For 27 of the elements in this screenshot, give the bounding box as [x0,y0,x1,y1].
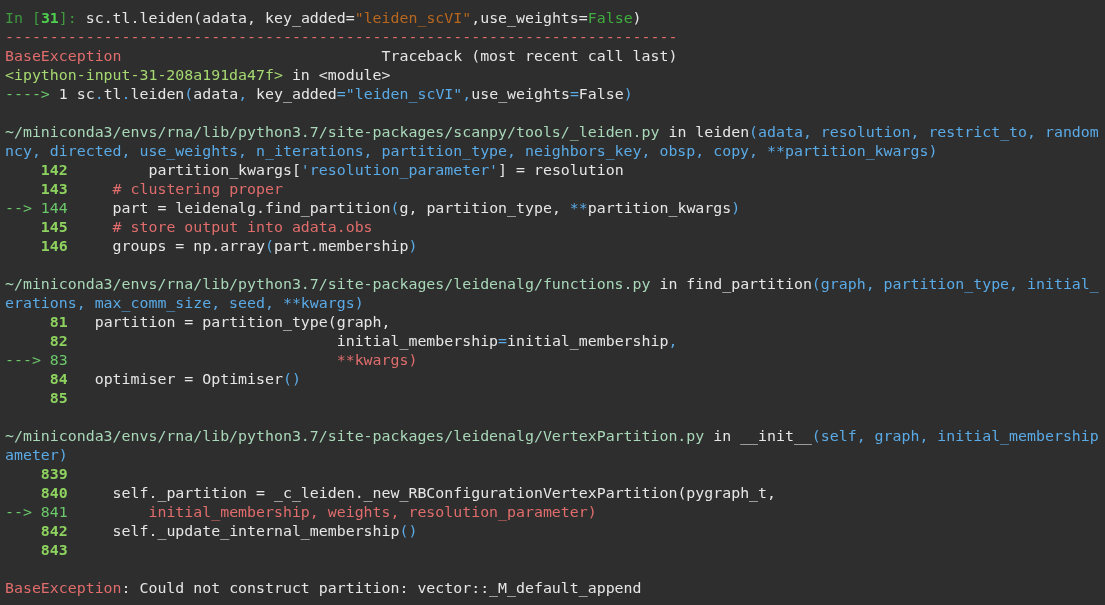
output-line: BaseException: Could not construct partition: vector::_M_default_append [5,579,642,598]
output-line: --> 841 initial_membership, weights, resolution_parameter) [5,503,597,522]
output-line: ~/miniconda3/envs/rna/lib/python3.7/site-packages/scanpy/tools/_leiden.py in leiden(adata, resolution, restrict_to, random [5,123,1099,142]
output-line: ~/miniconda3/envs/rna/lib/python3.7/site-packages/leidenalg/functions.py in find_partition(graph, partition_type, initial_ [5,275,1099,294]
output-line: erations, max_comm_size, seed, **kwargs) [5,294,364,313]
output-line: ----> 1 sc.tl.leiden(adata, key_added="leiden_scVI",use_weights=False) [5,85,633,104]
output-line: <ipython-input-31-208a191da47f> in <module> [5,66,391,85]
output-line: ---> 83 **kwargs) [5,351,418,370]
output-line: 143 # clustering proper [39,180,283,199]
output-line: 842 self._update_internal_membership() [39,522,418,541]
output-line: ameter) [5,446,68,465]
output-line: ncy, directed, use_weights, n_iterations, partition_type, neighbors_key, obsp, copy, **partition_kwargs) [5,142,938,161]
output-line: 146 groups = np.array(part.membership) [39,237,418,256]
output-line: --> 144 part = leidenalg.find_partition(g, partition_type, **partition_kwargs) [5,199,741,218]
output-line: 82 initial_membership=initial_membership, [48,332,678,351]
output-line: 839 [39,465,68,484]
output-line: ~/miniconda3/envs/rna/lib/python3.7/site-packages/leidenalg/VertexPartition.py in __init__(self, graph, initial_membership [5,427,1099,446]
output-line: 142 partition_kwargs['resolution_parameter'] = resolution [39,161,624,180]
output-line: 85 [48,389,68,408]
traceback-rule: --------------------------------------------------------------------------- [5,28,678,47]
output-line: In [31]: sc.tl.leiden(adata, key_added="leiden_scVI",use_weights=False) [5,9,642,28]
output-line: 84 optimiser = Optimiser() [48,370,301,389]
output-line: 843 [39,541,68,560]
output-line: BaseException Traceback (most recent call last) [5,47,678,66]
output-line: 840 self._partition = _c_leiden._new_RBConfigurationVertexPartition(pygraph_t, [39,484,776,503]
output-line: 145 # store output into adata.obs [39,218,373,237]
output-line: 81 partition = partition_type(graph, [48,313,391,332]
